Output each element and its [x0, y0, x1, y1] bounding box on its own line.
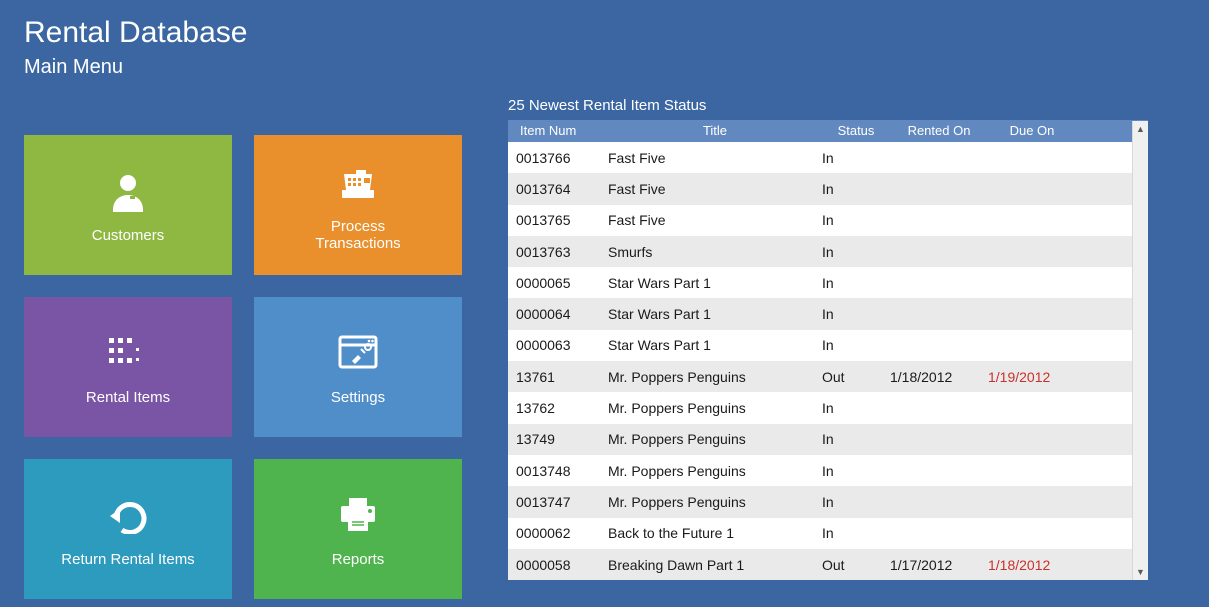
cell-status: In — [822, 431, 890, 447]
cell-status: In — [822, 525, 890, 541]
cell-status: In — [822, 400, 890, 416]
table-row[interactable]: 0013748Mr. Poppers PenguinsIn — [508, 455, 1132, 486]
cash-register-icon — [336, 158, 380, 206]
table-row[interactable]: 13749Mr. Poppers PenguinsIn — [508, 424, 1132, 455]
cell-title: Fast Five — [608, 150, 822, 166]
grid-body: 0013766Fast FiveIn0013764Fast FiveIn0013… — [508, 142, 1132, 580]
cell-title: Back to the Future 1 — [608, 525, 822, 541]
settings-window-icon — [338, 329, 378, 377]
cell-item-num: 13749 — [508, 431, 608, 447]
cell-status: In — [822, 463, 890, 479]
cell-item-num: 0013748 — [508, 463, 608, 479]
cell-title: Mr. Poppers Penguins — [608, 431, 822, 447]
cell-title: Breaking Dawn Part 1 — [608, 557, 822, 573]
grid-header: Item Num Title Status Rented On Due On — [508, 120, 1148, 142]
cell-title: Star Wars Part 1 — [608, 337, 822, 353]
cell-title: Smurfs — [608, 244, 822, 260]
cell-item-num: 13761 — [508, 369, 608, 385]
table-row[interactable]: 13762Mr. Poppers PenguinsIn — [508, 392, 1132, 423]
cell-item-num: 0013765 — [508, 212, 608, 228]
cell-status: In — [822, 244, 890, 260]
undo-icon — [106, 491, 150, 539]
cell-status: In — [822, 275, 890, 291]
table-row[interactable]: 0000064Star Wars Part 1In — [508, 298, 1132, 329]
cell-status: Out — [822, 369, 890, 385]
cell-status: In — [822, 150, 890, 166]
cell-due-on: 1/19/2012 — [988, 369, 1068, 385]
col-status[interactable]: Status — [822, 120, 890, 142]
settings-tile[interactable]: Settings — [254, 297, 462, 437]
table-row[interactable]: 0013765Fast FiveIn — [508, 205, 1132, 236]
cell-rented-on: 1/18/2012 — [890, 369, 988, 385]
table-row[interactable]: 0000058Breaking Dawn Part 1Out1/17/20121… — [508, 549, 1132, 580]
cell-item-num: 0000064 — [508, 306, 608, 322]
return-rental-items-tile[interactable]: Return Rental Items — [24, 459, 232, 599]
cell-rented-on: 1/17/2012 — [890, 557, 988, 573]
grid-scrollbar[interactable]: ▲ ▼ — [1132, 121, 1148, 580]
grid-list-icon — [107, 329, 149, 377]
customer-icon — [107, 167, 149, 215]
table-row[interactable]: 0013764Fast FiveIn — [508, 173, 1132, 204]
page-title: Main Menu — [0, 50, 1209, 79]
scroll-down-icon[interactable]: ▼ — [1133, 564, 1149, 580]
grid-title: 25 Newest Rental Item Status — [508, 97, 1149, 120]
cell-item-num: 0000063 — [508, 337, 608, 353]
cell-status: In — [822, 494, 890, 510]
reports-tile[interactable]: Reports — [254, 459, 462, 599]
table-row[interactable]: 0013766Fast FiveIn — [508, 142, 1132, 173]
cell-item-num: 0013764 — [508, 181, 608, 197]
cell-item-num: 0000058 — [508, 557, 608, 573]
col-due-on[interactable]: Due On — [988, 120, 1076, 142]
cell-status: In — [822, 181, 890, 197]
main-menu-tiles: Customers Process Transactions — [0, 97, 480, 599]
rental-items-label: Rental Items — [86, 389, 170, 406]
cell-item-num: 0013747 — [508, 494, 608, 510]
table-row[interactable]: 0013763SmurfsIn — [508, 236, 1132, 267]
settings-label: Settings — [331, 389, 385, 406]
cell-item-num: 0000062 — [508, 525, 608, 541]
cell-title: Fast Five — [608, 212, 822, 228]
rental-items-tile[interactable]: Rental Items — [24, 297, 232, 437]
cell-status: Out — [822, 557, 890, 573]
scroll-up-icon[interactable]: ▲ — [1133, 121, 1149, 137]
cell-title: Mr. Poppers Penguins — [608, 463, 822, 479]
cell-item-num: 0013766 — [508, 150, 608, 166]
table-row[interactable]: 0000065Star Wars Part 1In — [508, 267, 1132, 298]
customers-label: Customers — [92, 227, 165, 244]
col-item-num[interactable]: Item Num — [508, 120, 608, 142]
cell-title: Star Wars Part 1 — [608, 275, 822, 291]
table-row[interactable]: 0000062Back to the Future 1In — [508, 518, 1132, 549]
col-title[interactable]: Title — [608, 120, 822, 142]
table-row[interactable]: 13761Mr. Poppers PenguinsOut1/18/20121/1… — [508, 361, 1132, 392]
cell-title: Fast Five — [608, 181, 822, 197]
cell-item-num: 13762 — [508, 400, 608, 416]
table-row[interactable]: 0013747Mr. Poppers PenguinsIn — [508, 486, 1132, 517]
cell-status: In — [822, 212, 890, 228]
reports-label: Reports — [332, 551, 385, 568]
cell-title: Mr. Poppers Penguins — [608, 494, 822, 510]
app-title: Rental Database — [0, 0, 1209, 50]
rental-status-grid: Item Num Title Status Rented On Due On 0… — [508, 120, 1148, 580]
cell-status: In — [822, 306, 890, 322]
printer-icon — [337, 491, 379, 539]
cell-title: Star Wars Part 1 — [608, 306, 822, 322]
cell-item-num: 0000065 — [508, 275, 608, 291]
cell-item-num: 0013763 — [508, 244, 608, 260]
return-rental-items-label: Return Rental Items — [61, 551, 194, 568]
cell-status: In — [822, 337, 890, 353]
cell-due-on: 1/18/2012 — [988, 557, 1068, 573]
process-transactions-label: Process Transactions — [315, 218, 400, 252]
col-rented-on[interactable]: Rented On — [890, 120, 988, 142]
table-row[interactable]: 0000063Star Wars Part 1In — [508, 330, 1132, 361]
cell-title: Mr. Poppers Penguins — [608, 400, 822, 416]
cell-title: Mr. Poppers Penguins — [608, 369, 822, 385]
process-transactions-tile[interactable]: Process Transactions — [254, 135, 462, 275]
customers-tile[interactable]: Customers — [24, 135, 232, 275]
